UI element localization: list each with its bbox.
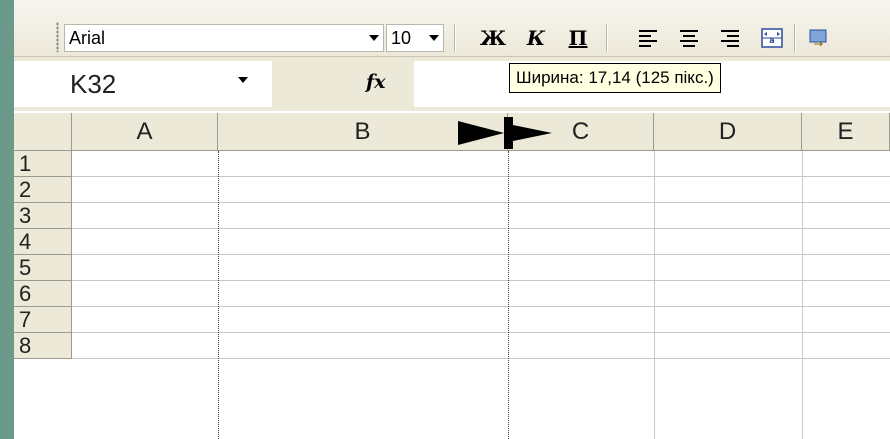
font-size-combo[interactable]: 10 <box>386 24 444 52</box>
toolbar-separator <box>794 24 795 52</box>
formula-bar: K32 fx <box>14 57 890 111</box>
merge-center-icon[interactable]: a <box>758 24 786 52</box>
column-width-tooltip: Ширина: 17,14 (125 пікс.) <box>509 63 721 93</box>
name-box-value: K32 <box>70 69 117 99</box>
column-header-e[interactable]: E <box>802 113 890 151</box>
column-header-d[interactable]: D <box>654 113 802 151</box>
currency-icon[interactable] <box>804 24 832 52</box>
row-header[interactable]: 6 <box>14 281 72 307</box>
font-name-value: Arial <box>69 28 106 48</box>
toolbar-grip[interactable] <box>56 22 59 52</box>
toolbar-separator <box>454 24 455 52</box>
align-center-icon[interactable] <box>675 24 703 52</box>
chevron-down-icon[interactable] <box>238 77 248 101</box>
grid-line <box>72 358 890 359</box>
svg-text:a: a <box>769 36 774 45</box>
row-header[interactable]: 2 <box>14 177 72 203</box>
chevron-down-icon[interactable] <box>365 25 383 51</box>
grid-line <box>654 151 655 439</box>
row-header[interactable]: 3 <box>14 203 72 229</box>
toolbar-separator <box>606 24 607 52</box>
page-break-line <box>508 151 509 439</box>
grid-line <box>72 332 890 333</box>
font-size-value: 10 <box>391 28 412 48</box>
grid-line <box>72 280 890 281</box>
grid-line <box>802 151 803 439</box>
insert-function-button[interactable]: fx <box>366 71 386 93</box>
row-header[interactable]: 1 <box>14 151 72 177</box>
name-box[interactable]: K32 <box>14 61 272 107</box>
grid-line <box>72 202 890 203</box>
row-header[interactable]: 8 <box>14 333 72 359</box>
grid-line <box>72 306 890 307</box>
select-all-corner[interactable] <box>14 113 72 151</box>
font-name-combo[interactable]: Arial <box>64 24 384 52</box>
spreadsheet-window: Arial 10 Ж К П a Ширина: 17,14 (125 пікс… <box>14 0 890 439</box>
grid-line <box>72 228 890 229</box>
page-break-line <box>218 151 219 439</box>
worksheet-grid: A B C D E 1 2 3 4 5 6 7 8 <box>14 113 890 439</box>
underline-button[interactable]: П <box>564 24 592 52</box>
italic-button[interactable]: К <box>522 24 550 52</box>
align-left-icon[interactable] <box>634 24 662 52</box>
chevron-down-icon[interactable] <box>425 25 443 51</box>
grid-line <box>72 176 890 177</box>
bold-button[interactable]: Ж <box>479 24 507 52</box>
row-header[interactable]: 7 <box>14 307 72 333</box>
row-header[interactable]: 4 <box>14 229 72 255</box>
formatting-toolbar: Arial 10 Ж К П a <box>14 0 890 57</box>
column-header-a[interactable]: A <box>72 113 218 151</box>
row-header[interactable]: 5 <box>14 255 72 281</box>
grid-line <box>72 254 890 255</box>
column-resize-cursor-icon <box>458 117 552 149</box>
align-right-icon[interactable] <box>716 24 744 52</box>
